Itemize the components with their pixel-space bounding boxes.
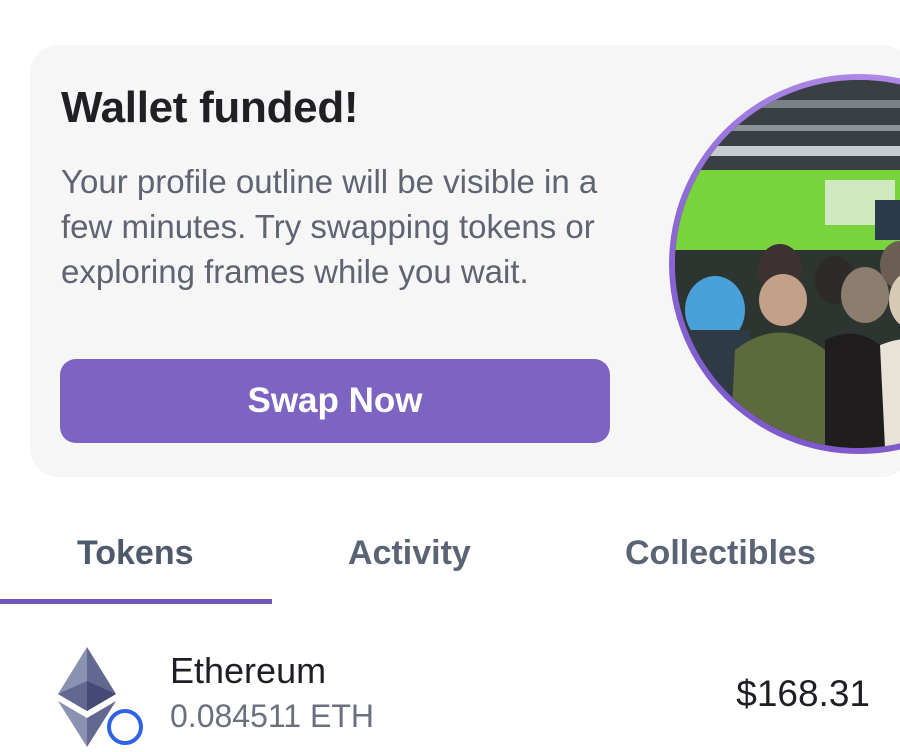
group-photo — [675, 80, 900, 448]
tab-tokens[interactable]: Tokens — [77, 534, 194, 573]
wallet-tabs: Tokens Activity Collectibles — [0, 520, 900, 605]
token-name: Ethereum — [170, 650, 327, 691]
tab-collectibles[interactable]: Collectibles — [625, 534, 816, 573]
tab-activity[interactable]: Activity — [348, 534, 471, 573]
chain-badge-icon — [107, 709, 143, 745]
profile-photo-frame — [669, 74, 900, 454]
promo-description: Your profile outline will be visible in … — [61, 163, 598, 290]
ethereum-icon — [58, 647, 116, 752]
active-tab-indicator — [0, 599, 272, 604]
swap-now-button[interactable]: Swap Now — [60, 359, 610, 443]
token-fiat-value: $168.31 — [736, 673, 870, 714]
token-list-item[interactable]: Ethereum 0.084511 ETH $168.31 — [0, 640, 900, 747]
wallet-funded-card: Wallet funded! Your profile outline will… — [30, 45, 900, 477]
promo-title: Wallet funded! — [61, 83, 359, 132]
token-amount: 0.084511 ETH — [170, 698, 374, 734]
